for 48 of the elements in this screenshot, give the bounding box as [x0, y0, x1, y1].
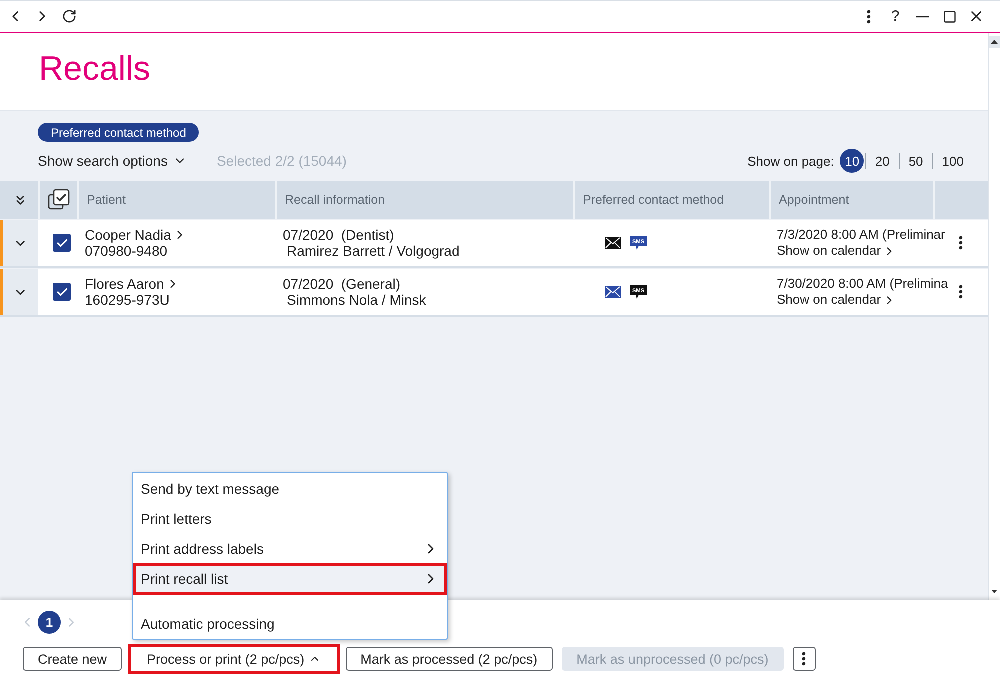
menu-item[interactable]: Send by text message [133, 474, 447, 504]
recall-detail: Ramirez Barrett / Volgograd [286, 243, 460, 259]
menu-item[interactable]: Print recall list [133, 563, 447, 595]
page-size-option[interactable]: 20 [867, 149, 898, 173]
process-menu-button[interactable]: Process or print (2 pc/pcs) [128, 644, 340, 674]
recall-date: 07/2020 (Dentist) [283, 227, 394, 243]
menu-item[interactable]: Automatic processing [133, 609, 447, 639]
more-icon [802, 652, 806, 666]
patient-link[interactable]: Flores Aaron [85, 276, 180, 292]
calendar-link[interactable]: Show on calendar [777, 243, 896, 259]
row-menu-button[interactable] [959, 236, 963, 250]
more-icon [959, 285, 963, 299]
page-size-label: Show on page: [748, 154, 834, 168]
search-options-toggle[interactable]: Show search options [38, 153, 187, 169]
patient-id: 070980-9480 [85, 243, 168, 259]
page-size-option[interactable]: 10 [840, 149, 864, 173]
minimize-icon [916, 16, 929, 18]
refresh-icon [62, 9, 77, 24]
filter-chip[interactable]: Preferred contact method [38, 123, 200, 142]
check-icon [56, 286, 68, 298]
recall-date: 07/2020 (General) [283, 276, 401, 292]
check-icon [56, 236, 68, 250]
menu-item[interactable]: Print address labels [133, 534, 447, 564]
more-icon [866, 10, 870, 24]
patient-link[interactable]: Cooper Nadia [85, 227, 188, 243]
row-menu-button[interactable] [959, 285, 963, 299]
patient-id: 160295-973U [85, 292, 170, 308]
selection-summary: Selected 2/2 (15044) [216, 153, 347, 169]
appointment-text: 7/30/2020 8:00 AM (Prelimina [777, 276, 948, 292]
more-actions-button[interactable] [792, 647, 816, 671]
row-checkbox[interactable] [53, 234, 71, 252]
scroll-up-icon[interactable] [989, 36, 1000, 48]
recall-detail: Simmons Nola / Minsk [286, 292, 426, 308]
scrollbar[interactable] [988, 33, 1000, 600]
page-size-option[interactable]: 50 [900, 149, 932, 173]
appointment-text: 7/3/2020 8:00 AM (Preliminar [777, 227, 946, 243]
page-title: Recalls [39, 49, 150, 89]
maximize-icon [942, 10, 956, 24]
action-button[interactable]: Create new [23, 647, 122, 671]
page-number[interactable]: 1 [38, 610, 61, 634]
action-button[interactable]: Mark as processed (2 pc/pcs) [346, 647, 553, 671]
calendar-link[interactable]: Show on calendar [777, 292, 896, 308]
more-icon [959, 236, 963, 250]
help-button[interactable]: ? [882, 4, 909, 28]
select-all-icon[interactable] [48, 189, 70, 211]
row-checkbox[interactable] [53, 283, 71, 301]
page-size-option[interactable]: 100 [934, 149, 972, 173]
menu-item[interactable]: Print letters [133, 504, 447, 534]
